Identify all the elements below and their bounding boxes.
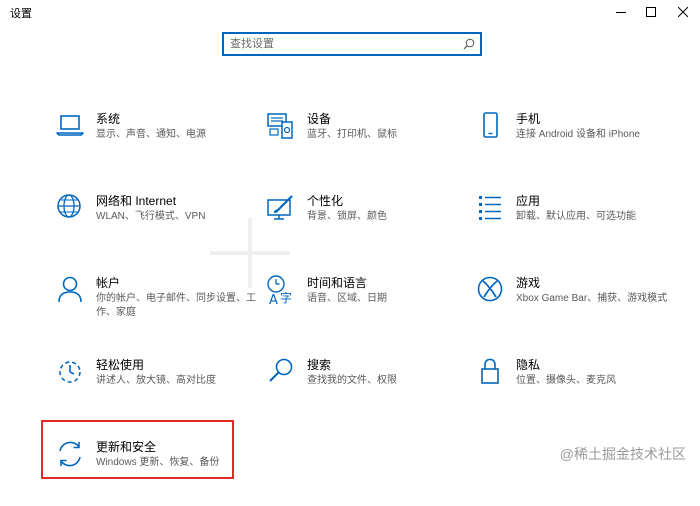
tile-description: WLAN、飞行模式、VPN	[96, 211, 206, 222]
tile-description: 查找我的文件、权限	[307, 375, 397, 386]
ease-of-access-icon	[54, 356, 86, 388]
tile-description: 你的帐户、电子邮件、同步设置、工作、家庭	[96, 293, 256, 318]
title-bar: 设置	[0, 0, 700, 24]
tile-description: 显示、声音、通知、电源	[96, 129, 206, 140]
tile-title: 网络和 Internet	[96, 194, 177, 208]
close-button[interactable]	[666, 0, 700, 24]
svg-text:字: 字	[280, 290, 292, 305]
search-icon[interactable]	[463, 38, 475, 50]
tile-description: Xbox Game Bar、捕获、游戏模式	[516, 293, 668, 304]
minimize-button[interactable]	[604, 0, 638, 24]
tile-title: 应用	[516, 194, 541, 208]
globe-icon	[54, 192, 86, 224]
tile-description: 连接 Android 设备和 iPhone	[516, 129, 640, 140]
tile-title: 设备	[307, 112, 332, 126]
tile-title: 轻松使用	[96, 358, 145, 372]
devices-icon	[265, 110, 297, 142]
person-icon	[54, 274, 86, 306]
laptop-icon	[54, 110, 86, 142]
lock-icon	[474, 356, 506, 388]
phone-icon	[474, 110, 506, 142]
tile-system[interactable]: 系统 显示、声音、通知、电源	[42, 106, 252, 172]
tile-privacy[interactable]: 隐私 位置、摄像头、麦克风	[462, 352, 672, 418]
tile-phone[interactable]: 手机 连接 Android 设备和 iPhone	[462, 106, 672, 172]
tile-title: 手机	[516, 112, 541, 126]
minimize-icon	[616, 12, 626, 13]
tile-network[interactable]: 网络和 Internet WLAN、飞行模式、VPN	[42, 188, 252, 254]
close-icon	[678, 7, 688, 17]
tile-ease-of-access[interactable]: 轻松使用 讲述人、放大镜、高对比度	[42, 352, 252, 418]
tile-description: 卸载、默认应用、可选功能	[516, 211, 636, 222]
search-magnifier-icon	[265, 356, 297, 388]
xbox-icon	[474, 274, 506, 306]
tile-description: 位置、摄像头、麦克风	[516, 375, 616, 386]
time-language-icon: A 字	[265, 274, 297, 306]
highlight-box	[41, 420, 234, 479]
watermark: @稀土掘金技术社区	[559, 446, 686, 462]
tile-gaming[interactable]: 游戏 Xbox Game Bar、捕获、游戏模式	[462, 270, 672, 336]
tile-title: 帐户	[96, 276, 121, 290]
tile-search[interactable]: 搜索 查找我的文件、权限	[253, 352, 463, 418]
tile-title: 系统	[96, 112, 121, 126]
search-input[interactable]	[230, 36, 450, 52]
tile-description: 背景、锁屏、颜色	[307, 211, 387, 222]
window-title: 设置	[10, 8, 32, 20]
search-box[interactable]	[222, 32, 482, 56]
maximize-button[interactable]	[634, 0, 668, 24]
tile-devices[interactable]: 设备 蓝牙、打印机、鼠标	[253, 106, 463, 172]
apps-list-icon	[474, 192, 506, 224]
tile-description: 讲述人、放大镜、高对比度	[96, 375, 216, 386]
tile-personalization[interactable]: 个性化 背景、锁屏、颜色	[253, 188, 463, 254]
tile-time-language[interactable]: A 字 时间和语言 语音、区域、日期	[253, 270, 463, 336]
tile-description: 蓝牙、打印机、鼠标	[307, 129, 397, 140]
tile-description: 语音、区域、日期	[307, 293, 387, 304]
tile-apps[interactable]: 应用 卸载、默认应用、可选功能	[462, 188, 672, 254]
maximize-icon	[646, 7, 656, 17]
tile-title: 个性化	[307, 194, 344, 208]
tile-title: 游戏	[516, 276, 541, 290]
svg-text:A: A	[269, 293, 278, 306]
personalization-icon	[265, 192, 297, 224]
tile-title: 隐私	[516, 358, 541, 372]
tile-accounts[interactable]: 帐户 你的帐户、电子邮件、同步设置、工作、家庭	[42, 270, 256, 336]
tile-title: 时间和语言	[307, 276, 368, 290]
tile-title: 搜索	[307, 358, 332, 372]
